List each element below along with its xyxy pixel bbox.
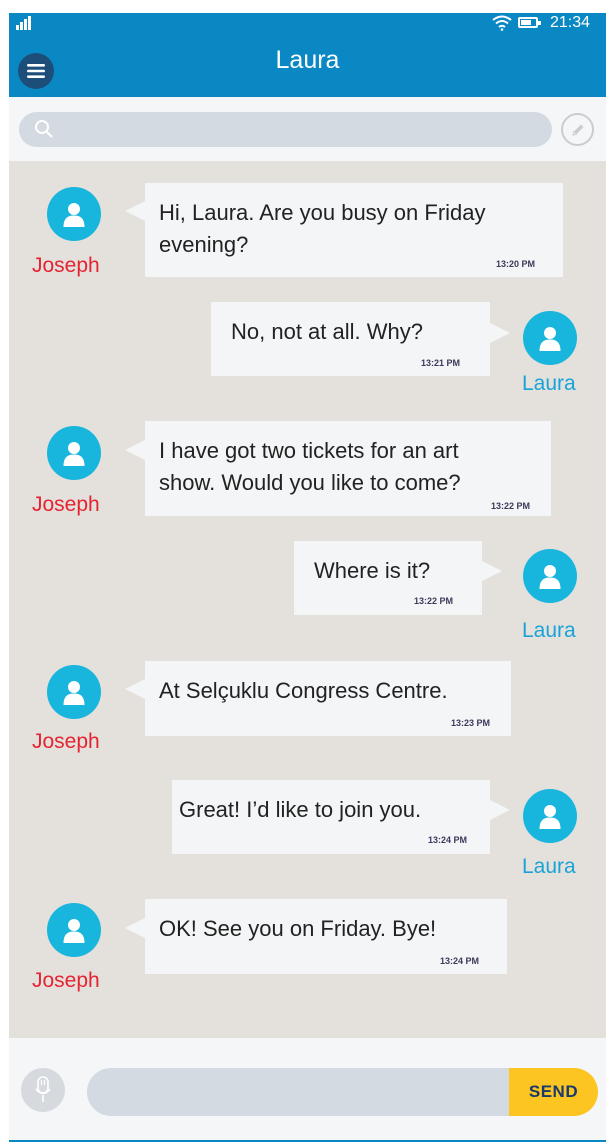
search-icon <box>35 120 53 138</box>
message-text: Great! I’d like to join you. <box>179 797 422 822</box>
header-bar: 21:34 Laura <box>9 13 606 97</box>
message-text: OK! See you on Friday. Bye! <box>159 916 437 941</box>
message-bubble: At Selçuklu Congress Centre. 13:23 PM <box>145 661 511 736</box>
avatar <box>47 665 101 719</box>
status-bar: 21:34 <box>9 13 606 35</box>
message-text: Hi, Laura. Are you busy on Friday <box>159 200 486 225</box>
microphone-icon <box>35 1076 51 1102</box>
message-time: 13:21 PM <box>421 358 461 368</box>
message-text: show. Would you like to come? <box>159 470 461 495</box>
sender-name: Joseph <box>32 254 100 277</box>
sender-name: Joseph <box>32 493 100 516</box>
avatar <box>47 187 101 241</box>
message-time: 13:22 PM <box>414 596 454 606</box>
sender-name: Joseph <box>32 969 100 992</box>
search-bar <box>9 97 606 161</box>
message-text: No, not at all. Why? <box>231 319 423 344</box>
chat-title: Laura <box>275 46 340 74</box>
bottom-divider <box>9 1140 606 1142</box>
signal-icon <box>16 16 34 30</box>
message-bubble: Where is it? 13:22 PM <box>294 541 482 615</box>
message-text: I have got two tickets for an art <box>159 438 459 463</box>
compose-button[interactable] <box>561 113 594 146</box>
wifi-icon <box>492 15 512 31</box>
message-input[interactable] <box>87 1068 517 1116</box>
message-text: At Selçuklu Congress Centre. <box>159 678 448 703</box>
pencil-icon <box>571 124 583 136</box>
send-button[interactable]: SEND <box>509 1068 598 1116</box>
microphone-button[interactable] <box>21 1068 65 1112</box>
battery-icon <box>518 17 541 28</box>
user-icon <box>63 681 85 705</box>
message-time: 13:20 PM <box>496 259 536 269</box>
message-time: 13:22 PM <box>491 501 531 511</box>
user-icon <box>63 442 85 466</box>
user-icon <box>63 203 85 227</box>
message-bubble: Hi, Laura. Are you busy on Friday evening… <box>145 183 563 277</box>
message-time: 13:24 PM <box>428 835 468 845</box>
user-icon <box>63 919 85 943</box>
avatar <box>47 426 101 480</box>
avatar <box>523 311 577 365</box>
message-text: evening? <box>159 232 249 257</box>
message-bubble: No, not at all. Why? 13:21 PM <box>211 302 490 376</box>
message-time: 13:24 PM <box>440 956 480 966</box>
message-bubble: I have got two tickets for an art show. W… <box>145 421 551 516</box>
search-input[interactable] <box>19 112 552 147</box>
sender-name: Laura <box>522 372 576 395</box>
user-icon <box>539 805 561 829</box>
avatar <box>523 549 577 603</box>
status-time: 21:34 <box>549 14 590 31</box>
chat-screen: 21:34 Laura Joseph Hi, Laura. Are you bu… <box>9 13 606 1142</box>
user-icon <box>539 327 561 351</box>
message-time: 13:23 PM <box>451 718 491 728</box>
message-bubble: Great! I’d like to join you. 13:24 PM <box>172 780 490 854</box>
message-bubble: OK! See you on Friday. Bye! 13:24 PM <box>145 899 507 974</box>
sender-name: Laura <box>522 855 576 878</box>
sender-name: Laura <box>522 619 576 642</box>
composer-bar: SEND <box>9 1038 606 1140</box>
avatar <box>47 903 101 957</box>
user-icon <box>539 565 561 589</box>
message-text: Where is it? <box>314 558 431 583</box>
avatar <box>523 789 577 843</box>
sender-name: Joseph <box>32 730 100 753</box>
